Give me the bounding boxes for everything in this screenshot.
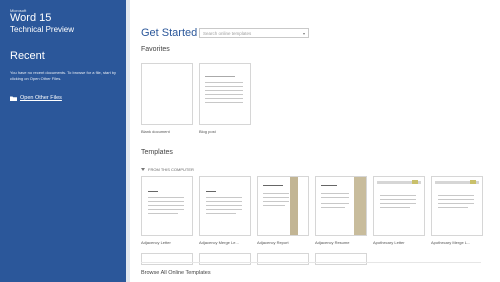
left-pane: Microsoft Word 15 Technical Preview Rece… [0,0,126,282]
template-thumbnail[interactable] [257,253,309,265]
page-title: Get Started [141,27,198,39]
pane-divider [126,0,130,282]
favorite-blog-post[interactable] [199,63,251,125]
favorite-blank-document[interactable] [141,63,193,125]
folder-icon [10,96,17,101]
template-thumbnail[interactable] [199,253,251,265]
favorite-label: Blog post [199,129,216,134]
app-subtitle: Technical Preview [10,25,75,34]
recent-message: You have no recent documents. To browse … [10,70,117,81]
template-adjacency-merge-letter[interactable] [199,176,251,236]
templates-group-header[interactable]: FROM THIS COMPUTER [141,167,194,172]
app-title: Word 15 [10,12,52,24]
recent-heading: Recent [10,50,45,62]
open-other-files-label: Open Other Files [20,95,62,101]
search-input[interactable]: Search online templates ▾ [199,28,309,38]
template-label: Apothecary Letter [373,240,405,245]
collapse-icon [141,168,145,171]
favorite-label: Blank document [141,129,170,134]
favorites-heading: Favorites [141,46,170,53]
template-thumbnail[interactable] [315,253,367,265]
template-adjacency-report[interactable] [257,176,309,236]
template-adjacency-letter[interactable] [141,176,193,236]
template-label: Adjacency Merge Le... [199,240,239,245]
templates-heading: Templates [141,149,173,156]
search-placeholder: Search online templates [203,30,252,36]
template-label: Adjacency Report [257,240,289,245]
template-label: Apothecary Merge L... [431,240,471,245]
main-pane: Get Started Search online templates ▾ Fa… [126,0,500,282]
template-adjacency-resume[interactable] [315,176,367,236]
open-other-files-link[interactable]: Open Other Files [10,95,62,101]
template-thumbnail[interactable] [141,253,193,265]
browse-online-templates-link[interactable]: Browse All Online Templates [141,270,211,276]
template-label: Adjacency Resume [315,240,350,245]
template-label: Adjacency Letter [141,240,171,245]
template-apothecary-merge-letter[interactable] [431,176,483,236]
templates-group-label: FROM THIS COMPUTER [148,167,194,172]
divider [141,262,481,263]
template-apothecary-letter[interactable] [373,176,425,236]
chevron-down-icon[interactable]: ▾ [303,31,305,36]
